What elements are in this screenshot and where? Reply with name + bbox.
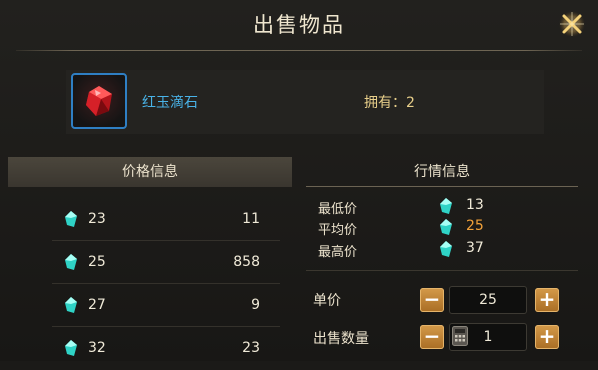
quantity-decrement-button[interactable]: − <box>420 325 444 349</box>
unit-price-decrement-button[interactable]: − <box>420 288 444 312</box>
price-row[interactable]: 25 858 <box>8 242 292 284</box>
row-price: 25 <box>88 254 106 270</box>
price-row[interactable]: 27 9 <box>8 285 292 327</box>
jade-gem-icon <box>65 340 77 356</box>
jade-gem-icon <box>65 211 77 227</box>
owned-value: 2 <box>406 95 415 111</box>
close-icon <box>559 11 585 37</box>
title-divider <box>16 50 582 51</box>
owned-label: 拥有： <box>364 95 406 111</box>
min-price-label: 最低价 <box>318 202 358 217</box>
max-price-value: 37 <box>466 240 484 256</box>
price-row[interactable]: 23 11 <box>8 199 292 241</box>
ruby-gem-icon <box>86 86 112 116</box>
item-slot[interactable] <box>71 73 127 129</box>
item-name: 红玉滴石 <box>142 95 198 111</box>
row-quantity: 11 <box>242 211 260 227</box>
row-price: 27 <box>88 297 106 313</box>
row-divider <box>52 283 280 284</box>
jade-gem-icon <box>440 241 452 257</box>
market-header-divider <box>306 186 578 187</box>
unit-price-input[interactable]: 25 <box>449 286 527 314</box>
owned-count: 拥有：2 <box>364 92 415 112</box>
row-price: 23 <box>88 211 106 227</box>
quantity-increment-button[interactable]: + <box>535 325 559 349</box>
market-info-header: 行情信息 <box>414 164 470 180</box>
row-quantity: 9 <box>251 297 260 313</box>
sell-quantity-label: 出售数量 <box>313 331 369 347</box>
price-row[interactable]: 32 23 <box>8 328 292 370</box>
min-price-value: 13 <box>466 197 484 213</box>
unit-price-label: 单价 <box>313 293 341 309</box>
market-controls-divider <box>306 270 578 271</box>
dialog-title: 出售物品 <box>253 13 345 37</box>
row-quantity: 23 <box>242 340 260 356</box>
jade-gem-icon <box>65 297 77 313</box>
max-price-label: 最高价 <box>318 245 358 260</box>
calculator-icon[interactable] <box>452 326 468 346</box>
jade-gem-icon <box>440 198 452 214</box>
jade-gem-icon <box>440 219 452 235</box>
jade-gem-icon <box>65 254 77 270</box>
sell-item-dialog: 出售物品 红玉滴石 拥有：2 价格信息 行情信息 23 11 25 858 27… <box>0 0 598 361</box>
unit-price-increment-button[interactable]: + <box>535 288 559 312</box>
row-divider <box>52 326 280 327</box>
avg-price-label: 平均价 <box>318 223 358 238</box>
close-button[interactable] <box>556 8 588 40</box>
row-quantity: 858 <box>233 254 260 270</box>
avg-price-value: 25 <box>466 218 484 234</box>
row-price: 32 <box>88 340 106 356</box>
row-divider <box>52 240 280 241</box>
price-info-header: 价格信息 <box>8 157 292 187</box>
item-info-row <box>66 70 544 134</box>
